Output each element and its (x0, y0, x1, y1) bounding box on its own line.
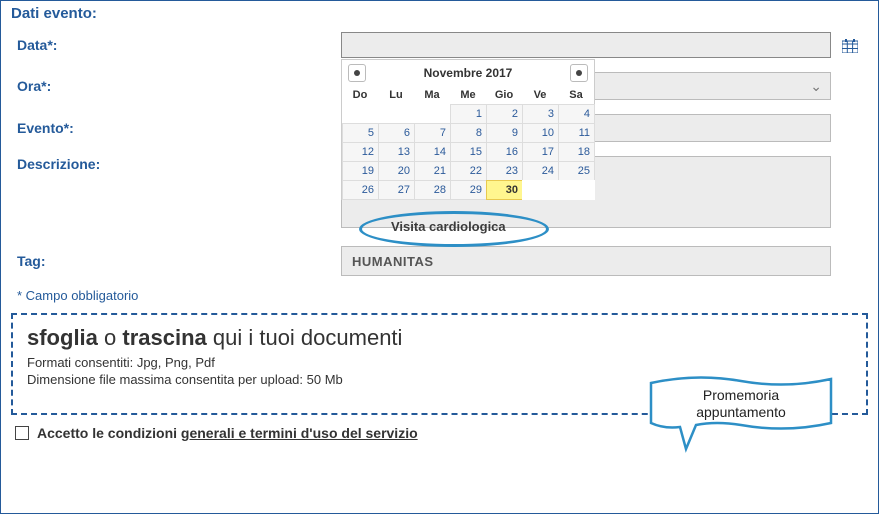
datepicker-day (342, 104, 379, 124)
datepicker-day[interactable]: 2 (486, 104, 523, 124)
terms-text: Accetto le condizioni generali e termini… (37, 425, 418, 441)
dropzone-rest: qui i tuoi documenti (207, 325, 403, 350)
terms-link[interactable]: generali e termini d'uso del servizio (181, 425, 418, 441)
datepicker-day[interactable]: 16 (486, 142, 523, 162)
datepicker-day[interactable]: 27 (378, 180, 415, 200)
datepicker-day (414, 104, 451, 124)
label-ora: Ora*: (11, 78, 341, 94)
datepicker-dow: Do Lu Ma Me Gio Ve Sa (342, 86, 594, 104)
chevron-down-icon: ⌄ (810, 78, 822, 95)
datepicker-day[interactable]: 7 (414, 123, 451, 143)
datepicker-prev-icon[interactable] (348, 64, 366, 82)
datepicker-day[interactable]: 14 (414, 142, 451, 162)
datepicker-day[interactable]: 12 (342, 142, 379, 162)
datepicker-day[interactable]: 19 (342, 161, 379, 181)
event-form-panel: Dati evento: Data*: (0, 0, 879, 514)
dropzone-maxsize: Dimensione file massima consentita per u… (27, 372, 852, 387)
datepicker-day[interactable]: 11 (558, 123, 595, 143)
terms-prefix: Accetto le condizioni (37, 425, 181, 441)
datepicker-day (522, 180, 559, 200)
datepicker-day[interactable]: 17 (522, 142, 559, 162)
dow-cell: Gio (486, 86, 522, 104)
dropzone-mid: o (98, 325, 122, 350)
dow-cell: Ve (522, 86, 558, 104)
datepicker-day[interactable]: 30 (486, 180, 523, 200)
datepicker-day[interactable]: 6 (378, 123, 415, 143)
datepicker-day[interactable]: 28 (414, 180, 451, 200)
dow-cell: Me (450, 86, 486, 104)
section-title: Dati evento: (11, 5, 868, 22)
datepicker-day[interactable]: 15 (450, 142, 487, 162)
datepicker-day (558, 180, 595, 200)
datepicker-day[interactable]: 26 (342, 180, 379, 200)
datepicker-title: Novembre 2017 (424, 66, 513, 80)
datepicker-day[interactable]: 4 (558, 104, 595, 124)
datepicker-day[interactable]: 23 (486, 161, 523, 181)
datepicker-day (378, 104, 415, 124)
datepicker-day[interactable]: 29 (450, 180, 487, 200)
datepicker-day[interactable]: 8 (450, 123, 487, 143)
calendar-icon[interactable] (841, 38, 859, 54)
row-data: Data*: Nov (11, 32, 868, 58)
tag-value: HUMANITAS (352, 254, 434, 269)
label-descrizione: Descrizione: (11, 156, 341, 172)
dropzone-title: sfoglia o trascina qui i tuoi documenti (27, 325, 852, 351)
datepicker-next-icon[interactable] (570, 64, 588, 82)
dow-cell: Lu (378, 86, 414, 104)
terms-row: Accetto le condizioni generali e termini… (11, 415, 868, 441)
row-tag: Tag: HUMANITAS (11, 246, 868, 276)
datepicker-popup[interactable]: Novembre 2017 Do Lu Ma Me Gio Ve Sa 1234… (341, 59, 595, 200)
datepicker-day[interactable]: 25 (558, 161, 595, 181)
datepicker-day[interactable]: 21 (414, 161, 451, 181)
annotation-evento-example: Visita cardiologica (391, 219, 506, 234)
datepicker-header: Novembre 2017 (342, 60, 594, 86)
datepicker-day[interactable]: 9 (486, 123, 523, 143)
label-data: Data*: (11, 37, 341, 53)
dow-cell: Do (342, 86, 378, 104)
datepicker-day[interactable]: 13 (378, 142, 415, 162)
datepicker-day[interactable]: 5 (342, 123, 379, 143)
terms-checkbox[interactable] (15, 426, 29, 440)
datepicker-day[interactable]: 10 (522, 123, 559, 143)
file-dropzone[interactable]: sfoglia o trascina qui i tuoi documenti … (11, 313, 868, 415)
datepicker-day[interactable]: 3 (522, 104, 559, 124)
label-evento: Evento*: (11, 120, 341, 136)
datepicker-day[interactable]: 22 (450, 161, 487, 181)
tag-input[interactable]: HUMANITAS (341, 246, 831, 276)
datepicker-day[interactable]: 1 (450, 104, 487, 124)
dropzone-browse-word: sfoglia (27, 325, 98, 350)
dropzone-formats: Formati consentiti: Jpg, Png, Pdf (27, 355, 852, 370)
datepicker-body: 1234567891011121314151617181920212223242… (342, 104, 594, 199)
field-data: Novembre 2017 Do Lu Ma Me Gio Ve Sa 1234… (341, 32, 868, 58)
dropzone-drag-word: trascina (122, 325, 206, 350)
dow-cell: Ma (414, 86, 450, 104)
datepicker-day[interactable]: 20 (378, 161, 415, 181)
datepicker-day[interactable]: 18 (558, 142, 595, 162)
data-input[interactable] (341, 32, 831, 58)
label-tag: Tag: (11, 253, 341, 269)
dow-cell: Sa (558, 86, 594, 104)
required-hint: * Campo obbligatorio (11, 288, 868, 303)
datepicker-day[interactable]: 24 (522, 161, 559, 181)
